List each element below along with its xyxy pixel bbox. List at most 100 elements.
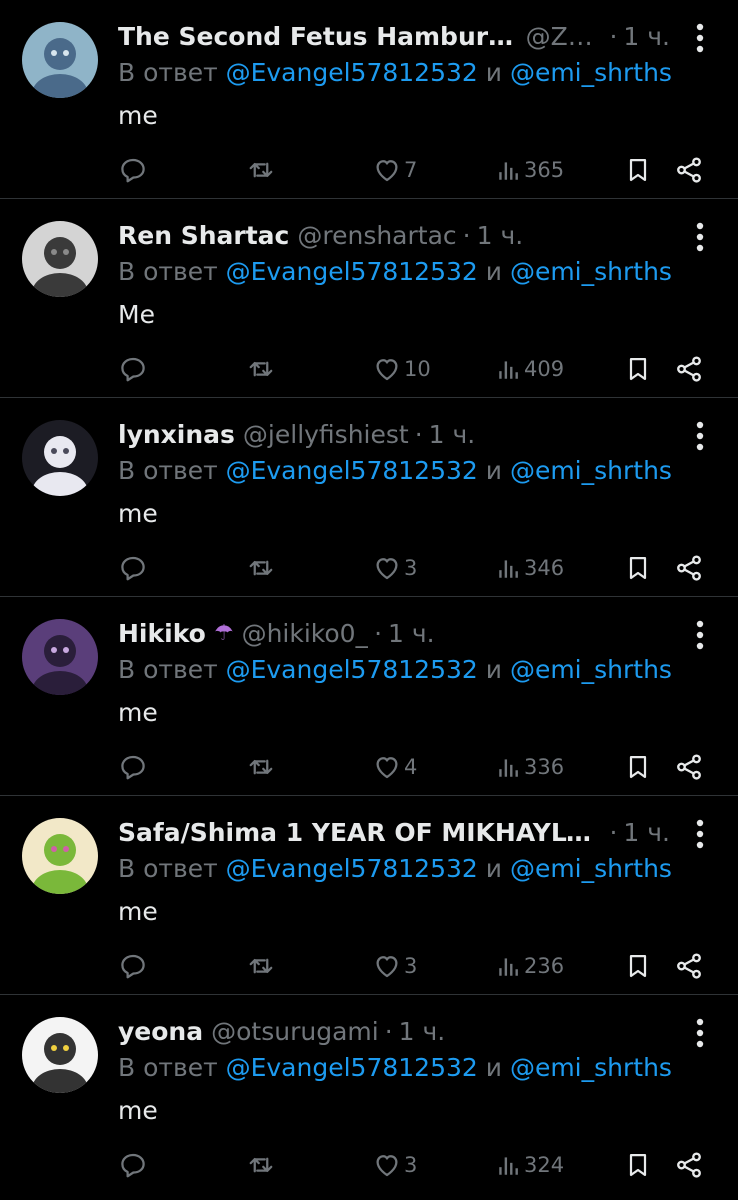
share-button[interactable] bbox=[674, 1145, 704, 1185]
retweet-button[interactable] bbox=[246, 1145, 276, 1185]
mention-link[interactable]: @emi_shrths bbox=[510, 655, 672, 684]
like-button[interactable]: 3 bbox=[372, 548, 417, 588]
author-name[interactable]: Safa/Shima 1 YEAR OF MIKHAYLO ... bbox=[118, 818, 603, 847]
view-count: 365 bbox=[524, 158, 565, 182]
mention-link[interactable]: @Evangel57812532 bbox=[226, 456, 478, 485]
reply-conjunction: и bbox=[485, 58, 502, 87]
author-handle[interactable]: @hikiko0_ bbox=[242, 619, 369, 648]
mention-link[interactable]: @Evangel57812532 bbox=[226, 854, 478, 883]
more-options-icon[interactable] bbox=[688, 20, 712, 56]
author-name[interactable]: yeona bbox=[118, 1017, 203, 1046]
views-button[interactable]: 409 bbox=[496, 349, 564, 389]
reply-button[interactable] bbox=[118, 548, 148, 588]
retweet-button[interactable] bbox=[246, 349, 276, 389]
reply-prefix: В ответ bbox=[118, 655, 218, 684]
avatar[interactable] bbox=[22, 420, 98, 496]
reply-prefix: В ответ bbox=[118, 58, 218, 87]
mention-link[interactable]: @emi_shrths bbox=[510, 854, 672, 883]
reply-feed: The Second Fetus Hamburger @Za... · 1 ч.… bbox=[0, 0, 738, 1194]
share-icon bbox=[677, 1152, 701, 1178]
share-button[interactable] bbox=[674, 150, 704, 190]
like-button[interactable]: 3 bbox=[372, 946, 417, 986]
reply-button[interactable] bbox=[118, 150, 148, 190]
author-name[interactable]: Ren Shartac bbox=[118, 221, 289, 250]
more-options-icon[interactable] bbox=[688, 617, 712, 653]
mention-link[interactable]: @Evangel57812532 bbox=[226, 257, 478, 286]
mention-link[interactable]: @Evangel57812532 bbox=[226, 1053, 478, 1082]
tweet-text: me bbox=[118, 1096, 158, 1125]
bookmark-button[interactable] bbox=[624, 1145, 652, 1185]
author-handle[interactable]: @jellyfishiest bbox=[243, 420, 409, 449]
bookmark-icon bbox=[629, 755, 647, 779]
mention-link[interactable]: @emi_shrths bbox=[510, 456, 672, 485]
avatar[interactable] bbox=[22, 619, 98, 695]
like-button[interactable]: 10 bbox=[372, 349, 431, 389]
retweet-icon bbox=[249, 1157, 273, 1173]
share-button[interactable] bbox=[674, 548, 704, 588]
bookmark-button[interactable] bbox=[624, 548, 652, 588]
like-button[interactable]: 4 bbox=[372, 747, 417, 787]
retweet-icon bbox=[249, 958, 273, 974]
reply-button[interactable] bbox=[118, 349, 148, 389]
timestamp[interactable]: 1 ч. bbox=[623, 22, 670, 51]
tweet-header: yeona @otsurugami · 1 ч. bbox=[118, 1011, 670, 1051]
retweet-button[interactable] bbox=[246, 747, 276, 787]
views-button[interactable]: 236 bbox=[496, 946, 564, 986]
retweet-button[interactable] bbox=[246, 548, 276, 588]
avatar[interactable] bbox=[22, 221, 98, 297]
reply-button[interactable] bbox=[118, 747, 148, 787]
like-button[interactable]: 3 bbox=[372, 1145, 417, 1185]
author-name[interactable]: The Second Fetus Hamburger bbox=[118, 22, 518, 51]
author-name[interactable]: Hikiko bbox=[118, 619, 206, 648]
author-name[interactable]: lynxinas bbox=[118, 420, 235, 449]
author-handle[interactable]: @otsurugami bbox=[211, 1017, 379, 1046]
timestamp[interactable]: 1 ч. bbox=[477, 221, 524, 250]
like-count: 3 bbox=[404, 954, 418, 978]
reply-button[interactable] bbox=[118, 1145, 148, 1185]
bookmark-button[interactable] bbox=[624, 747, 652, 787]
views-button[interactable]: 346 bbox=[496, 548, 564, 588]
more-options-icon[interactable] bbox=[688, 219, 712, 255]
like-button[interactable]: 7 bbox=[372, 150, 417, 190]
bookmark-button[interactable] bbox=[624, 349, 652, 389]
timestamp[interactable]: 1 ч. bbox=[388, 619, 435, 648]
views-button[interactable]: 324 bbox=[496, 1145, 564, 1185]
tweet[interactable]: Safa/Shima 1 YEAR OF MIKHAYLO ... · 1 ч.… bbox=[0, 796, 738, 995]
author-handle[interactable]: @renshartac bbox=[297, 221, 456, 250]
tweet[interactable]: Hikiko ☂ @hikiko0_ · 1 ч. В ответ @Evang… bbox=[0, 597, 738, 796]
timestamp[interactable]: 1 ч. bbox=[429, 420, 476, 449]
reply-icon bbox=[121, 158, 145, 183]
reply-button[interactable] bbox=[118, 946, 148, 986]
retweet-button[interactable] bbox=[246, 150, 276, 190]
more-options-icon[interactable] bbox=[688, 816, 712, 852]
tweet[interactable]: The Second Fetus Hamburger @Za... · 1 ч.… bbox=[0, 0, 738, 199]
timestamp[interactable]: 1 ч. bbox=[399, 1017, 446, 1046]
analytics-icon bbox=[499, 560, 518, 578]
mention-link[interactable]: @Evangel57812532 bbox=[226, 58, 478, 87]
views-button[interactable]: 365 bbox=[496, 150, 564, 190]
share-button[interactable] bbox=[674, 349, 704, 389]
views-button[interactable]: 336 bbox=[496, 747, 564, 787]
avatar[interactable] bbox=[22, 22, 98, 98]
more-options-icon[interactable] bbox=[688, 418, 712, 454]
action-bar: 7 365 bbox=[118, 150, 708, 190]
mention-link[interactable]: @emi_shrths bbox=[510, 1053, 672, 1082]
mention-link[interactable]: @Evangel57812532 bbox=[226, 655, 478, 684]
reply-conjunction: и bbox=[485, 456, 502, 485]
timestamp[interactable]: 1 ч. bbox=[623, 818, 670, 847]
share-button[interactable] bbox=[674, 946, 704, 986]
avatar[interactable] bbox=[22, 818, 98, 894]
tweet[interactable]: Ren Shartac @renshartac · 1 ч. В ответ @… bbox=[0, 199, 738, 398]
retweet-button[interactable] bbox=[246, 946, 276, 986]
avatar[interactable] bbox=[22, 1017, 98, 1093]
author-handle[interactable]: @Za... bbox=[526, 22, 604, 51]
bookmark-button[interactable] bbox=[624, 150, 652, 190]
bookmark-button[interactable] bbox=[624, 946, 652, 986]
tweet[interactable]: lynxinas @jellyfishiest · 1 ч. В ответ @… bbox=[0, 398, 738, 597]
tweet[interactable]: yeona @otsurugami · 1 ч. В ответ @Evange… bbox=[0, 995, 738, 1194]
mention-link[interactable]: @emi_shrths bbox=[510, 257, 672, 286]
more-options-icon[interactable] bbox=[688, 1015, 712, 1051]
action-bar: 3 324 bbox=[118, 1145, 708, 1185]
share-button[interactable] bbox=[674, 747, 704, 787]
mention-link[interactable]: @emi_shrths bbox=[510, 58, 672, 87]
